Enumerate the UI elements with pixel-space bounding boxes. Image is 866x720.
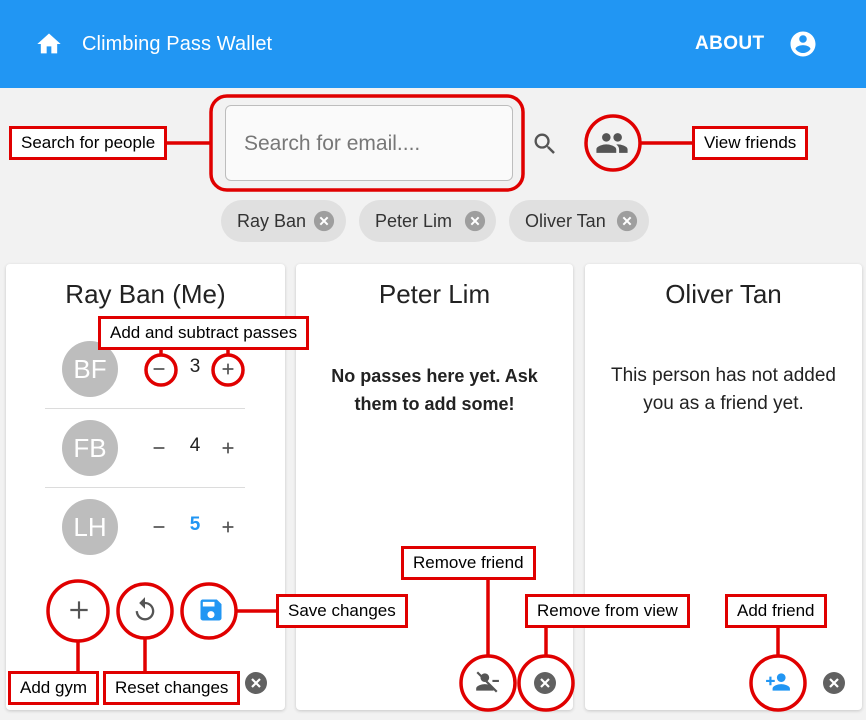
cancel-icon[interactable] <box>313 210 335 232</box>
chip-label: Peter Lim <box>375 211 453 231</box>
person-card-oliver: Oliver Tan This person has not added you… <box>585 264 862 710</box>
plus-icon[interactable] <box>215 514 241 540</box>
plus-icon[interactable] <box>215 435 241 461</box>
gym-row: FB 4 <box>40 409 245 487</box>
reset-icon[interactable] <box>131 596 159 624</box>
plus-icon[interactable] <box>215 356 241 382</box>
chip-label: Ray Ban <box>237 211 307 231</box>
annotation-add-gym: Add gym <box>8 671 100 705</box>
card-title: Ray Ban (Me) <box>65 279 226 309</box>
search-icon[interactable] <box>531 130 559 158</box>
minus-icon[interactable] <box>146 435 172 461</box>
cancel-icon[interactable] <box>533 671 557 695</box>
annotation-remove-from-view: Remove from view <box>525 594 690 628</box>
gym-row: LH 5 <box>40 488 245 566</box>
annotation-add-subtract: Add and subtract passes <box>98 316 310 350</box>
home-icon[interactable] <box>34 30 64 58</box>
card-title: Oliver Tan <box>665 279 782 309</box>
account-circle-icon[interactable] <box>788 29 818 59</box>
add-friend-icon[interactable] <box>764 669 792 695</box>
chip-oliver-tan[interactable]: Oliver Tan <box>509 200 649 242</box>
not-friend-message: This person has not added you as a frien… <box>611 365 836 414</box>
pass-count: 3 <box>189 356 201 377</box>
pass-count: 5 <box>189 514 201 535</box>
minus-icon[interactable] <box>146 356 172 382</box>
cancel-icon[interactable] <box>822 671 846 695</box>
annotation-remove-friend: Remove friend <box>401 546 536 580</box>
search-input[interactable] <box>244 128 499 160</box>
about-link[interactable]: ABOUT <box>695 33 765 55</box>
cancel-icon[interactable] <box>464 210 486 232</box>
chip-label: Oliver Tan <box>525 211 606 231</box>
gym-avatar: FB <box>62 420 118 476</box>
annotation-add-friend: Add friend <box>725 594 827 628</box>
save-icon[interactable] <box>197 596 225 624</box>
pass-count: 4 <box>189 435 201 456</box>
annotation-save-changes: Save changes <box>276 594 408 628</box>
gym-avatar: LH <box>62 499 118 555</box>
annotation-search-people: Search for people <box>9 126 168 160</box>
chip-ray-ban[interactable]: Ray Ban <box>221 200 346 242</box>
empty-message: No passes here yet. Ask them to add some… <box>331 366 538 414</box>
add-icon[interactable] <box>66 597 92 623</box>
annotation-view-friends: View friends <box>692 126 809 160</box>
minus-icon[interactable] <box>146 514 172 540</box>
chip-peter-lim[interactable]: Peter Lim <box>359 200 496 242</box>
card-title: Peter Lim <box>378 279 491 309</box>
search-field <box>225 105 513 181</box>
person-card-peter: Peter Lim No passes here yet. Ask them t… <box>296 264 573 710</box>
cancel-icon[interactable] <box>244 671 268 695</box>
remove-friend-icon[interactable] <box>473 669 501 695</box>
app-bar: Climbing Pass Wallet ABOUT <box>0 0 866 88</box>
group-icon[interactable] <box>595 130 629 156</box>
annotation-reset-changes: Reset changes <box>103 671 241 705</box>
app-title: Climbing Pass Wallet <box>82 33 273 55</box>
cancel-icon[interactable] <box>616 210 638 232</box>
